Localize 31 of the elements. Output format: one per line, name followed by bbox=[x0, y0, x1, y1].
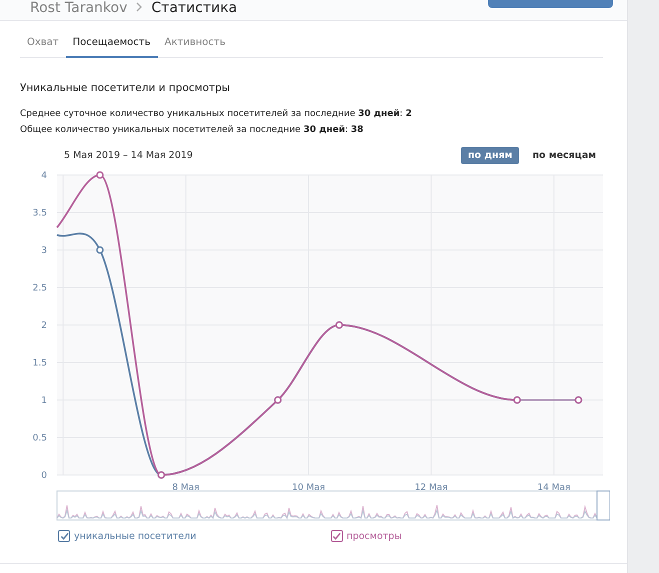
y-axis-label: 1.5 bbox=[32, 358, 47, 368]
tab[interactable]: Посещаемость bbox=[66, 33, 158, 58]
y-axis-label: 3 bbox=[41, 246, 47, 256]
tab[interactable]: Охват bbox=[20, 33, 66, 58]
y-axis-label: 4 bbox=[41, 171, 47, 181]
page-title: Статистика bbox=[151, 0, 238, 16]
period-button[interactable]: по месяцам bbox=[525, 147, 603, 164]
summary-text: Среднее суточное количество уникальных посетителей за последние 30 дней: 2 bbox=[20, 108, 413, 121]
date-range: 5 Мая 2019 – 14 Мая 2019 bbox=[64, 150, 194, 161]
y-axis-label: 2 bbox=[41, 321, 47, 331]
legend-checkbox[interactable] bbox=[58, 530, 70, 542]
period-button[interactable]: по дням bbox=[460, 147, 520, 164]
legend-checkbox[interactable] bbox=[330, 530, 342, 542]
y-axis-label: 1 bbox=[41, 396, 47, 406]
section-title: Уникальные посетители и просмотры bbox=[20, 82, 231, 94]
y-axis-label: 2.5 bbox=[32, 284, 47, 294]
chevron-right-icon bbox=[135, 0, 144, 14]
tab[interactable]: Активность bbox=[158, 33, 232, 58]
legend-label: уникальные посетители bbox=[74, 530, 196, 542]
x-axis-label: 12 Мая bbox=[414, 483, 448, 490]
summary-text: Общее количество уникальных посетителей за последние 30 дней: 38 bbox=[20, 124, 364, 137]
y-axis-label: 0.5 bbox=[32, 434, 47, 444]
breadcrumb-link[interactable]: Rost Tarankov bbox=[30, 0, 128, 16]
x-axis-label: 10 Мая bbox=[292, 483, 326, 490]
point bbox=[96, 171, 104, 179]
y-axis-label: 3.5 bbox=[32, 208, 47, 218]
y-axis-label: 0 bbox=[41, 471, 47, 481]
x-axis-label: 8 Мая bbox=[172, 483, 200, 490]
x-axis-label: 14 Мая bbox=[537, 483, 570, 490]
point bbox=[96, 246, 104, 254]
legend-label: просмотры bbox=[346, 530, 402, 542]
